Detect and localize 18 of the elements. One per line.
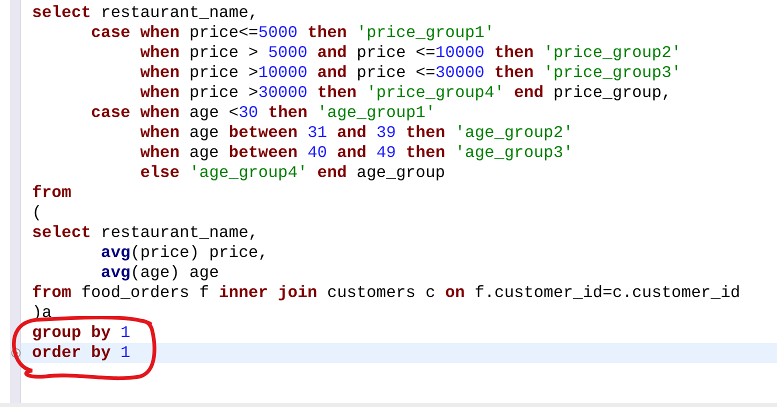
code-editor[interactable] xyxy=(0,0,777,407)
code-text: from food_orders f inner join customers c on f.customer_id=c.customer_id xyxy=(32,283,740,303)
code-text: when price > 5000 and price <=10000 then 'price_group2' xyxy=(139,43,682,63)
code-text: avg(price) price, xyxy=(100,243,268,263)
code-text: when age between 31 and 39 then 'age_group2' xyxy=(139,123,574,143)
code-text: else 'age_group4' end age_group xyxy=(139,163,446,183)
code-text: select restaurant_name, xyxy=(32,223,258,243)
code-text: case when age <30 then 'age_group1' xyxy=(90,103,436,123)
code-text: ( xyxy=(32,203,42,223)
code-text: avg(age) age xyxy=(100,263,219,283)
code-text: when age between 40 and 49 then 'age_group3' xyxy=(139,143,574,163)
code-text: case when price<=5000 then 'price_group1' xyxy=(90,23,494,43)
code-text: select restaurant_name, xyxy=(32,3,258,23)
code-text: order by 1 xyxy=(32,343,130,363)
code-text: when price >30000 then 'price_group4' end price_group, xyxy=(139,83,672,103)
code-text: group by 1 xyxy=(32,323,130,343)
code-text: from xyxy=(32,183,72,203)
code-text: when price >10000 and price <=30000 then 'price_group3' xyxy=(139,63,682,83)
